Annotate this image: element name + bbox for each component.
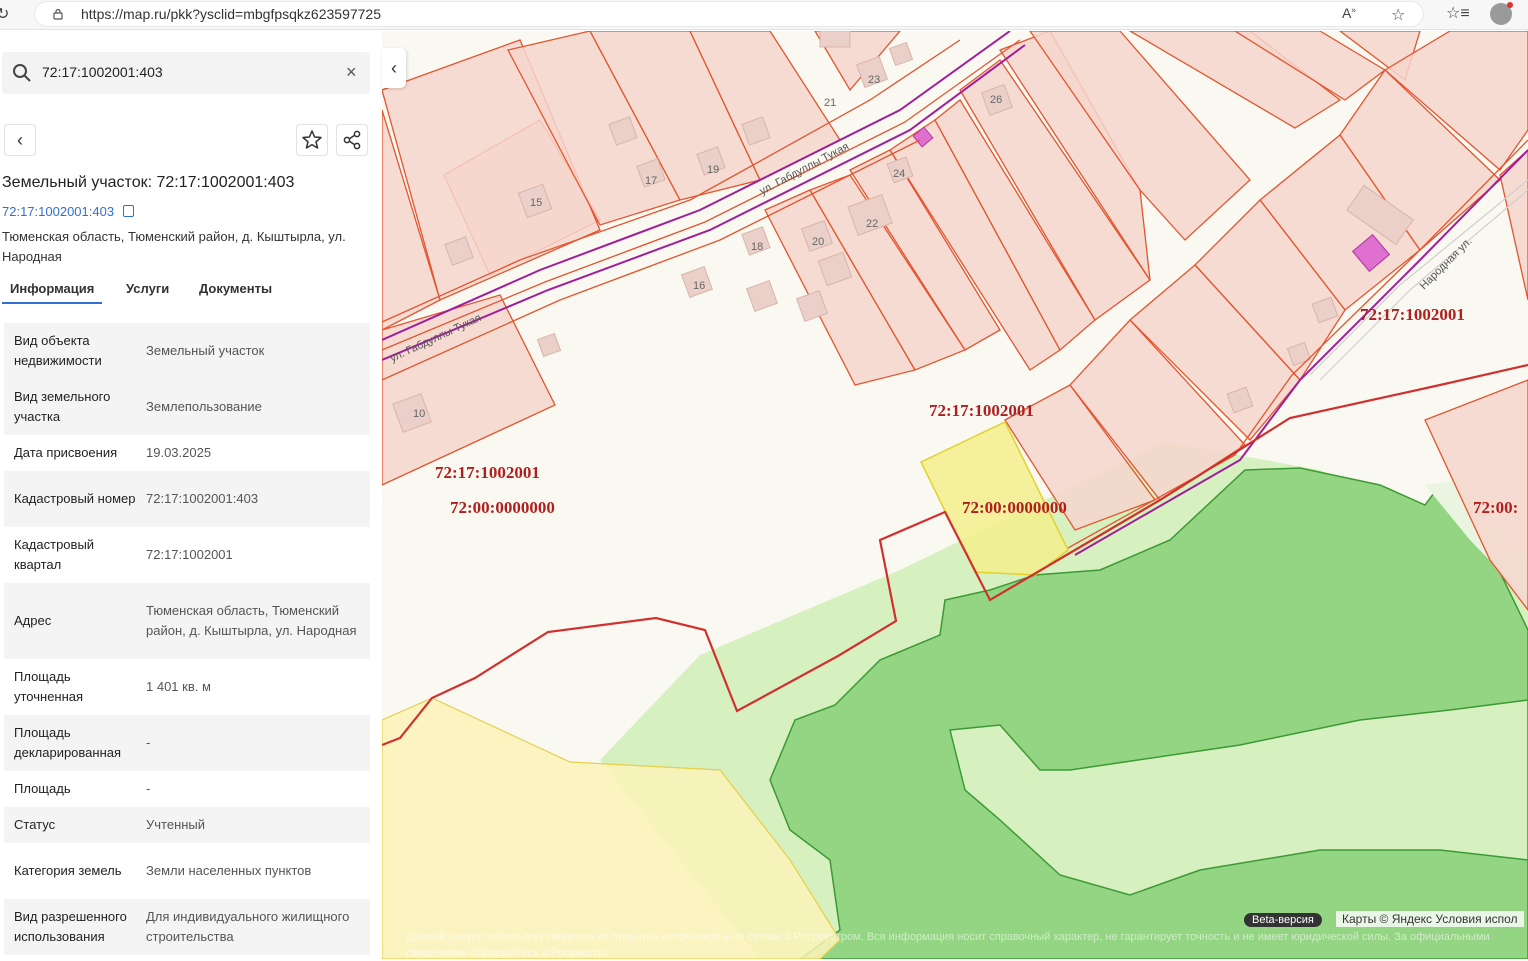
star-icon	[302, 130, 322, 149]
quarter-label: 72:17:1002001	[929, 401, 1034, 420]
property-key: Площадь декларированная	[14, 725, 122, 760]
properties-table: Вид объекта недвижимости Земельный участо…	[4, 323, 370, 955]
house-number: 26	[990, 94, 1002, 106]
info-panel: × ‹ Земельный участок: 72:17:1002001:403…	[0, 31, 382, 959]
property-key: Адрес	[14, 613, 52, 628]
search-input[interactable]	[42, 64, 332, 80]
tab-services[interactable]: Услуги	[126, 281, 169, 296]
property-value: 72:17:1002001	[146, 547, 233, 562]
map-canvas[interactable]: 10 15 16 17 18 19 20 21 22 23 24 26 ул. …	[382, 31, 1528, 959]
table-row: Вид объекта недвижимости Земельный участо…	[4, 323, 370, 379]
house-number: 23	[868, 74, 880, 86]
tab-information[interactable]: Информация	[2, 281, 103, 304]
property-value: Землепользование	[146, 399, 262, 414]
object-address: Тюменская область, Тюменский район, д. К…	[2, 229, 346, 264]
beta-badge: Beta-версия	[1244, 913, 1322, 927]
house-number: 18	[751, 241, 763, 253]
property-key: Площадь	[14, 781, 71, 796]
property-value: 72:17:1002001:403	[146, 491, 259, 506]
favorites-list-icon[interactable]: ☆≡	[1446, 3, 1470, 23]
table-row: Кадастровый квартал 72:17:1002001	[4, 527, 370, 583]
property-value: Земли населенных пунктов	[146, 863, 312, 878]
house-number: 16	[693, 280, 705, 292]
tab-documents[interactable]: Документы	[199, 281, 272, 296]
property-value: Для индивидуального жилищного строительс…	[146, 909, 350, 944]
house-number: 17	[645, 175, 657, 187]
collapse-panel-button[interactable]: ‹	[382, 48, 406, 88]
property-key: Вид земельного участка	[14, 389, 111, 424]
disclaimer-text: Данный ресурс использует сведения из отк…	[406, 931, 1490, 959]
property-key: Категория земель	[14, 863, 122, 878]
url-text: https://map.ru/pkk?ysclid=mbgfpsqkz62359…	[81, 6, 382, 22]
bookmark-button[interactable]	[296, 124, 328, 156]
table-row: Адрес Тюменская область, Тюменский район,…	[4, 583, 370, 659]
quarter-label: 72:17:1002001	[1360, 305, 1465, 324]
property-key: Кадастровый квартал	[14, 537, 95, 572]
copy-icon[interactable]	[123, 205, 134, 217]
property-key: Статус	[14, 817, 56, 832]
share-icon	[343, 130, 361, 150]
favorite-star-icon[interactable]: ☆	[1391, 5, 1405, 25]
table-row: Площадь декларированная -	[4, 715, 370, 771]
property-value: -	[146, 735, 151, 750]
zone-label: 72:00:0000000	[450, 498, 555, 517]
zone-label: 72:00:	[1473, 498, 1518, 517]
chevron-left-icon: ‹	[391, 58, 397, 78]
search-icon	[13, 64, 31, 82]
zone-label: 72:00:0000000	[962, 498, 1067, 517]
table-row: Вид разрешенного использования Для индиви…	[4, 899, 370, 955]
property-value: Земельный участок	[146, 343, 265, 358]
reload-icon[interactable]: ↻	[0, 4, 9, 24]
table-row: Вид земельного участка Землепользование	[4, 379, 370, 435]
table-row: Статус Учтенный	[4, 807, 370, 843]
quarter-label: 72:17:1002001	[435, 463, 540, 482]
house-number: 19	[707, 164, 719, 176]
property-value: -	[146, 781, 151, 796]
browser-toolbar: ↻ https://map.ru/pkk?ysclid=mbgfpsqkz623…	[0, 0, 1528, 30]
read-aloud-icon[interactable]: A»	[1342, 5, 1356, 21]
share-button[interactable]	[336, 124, 368, 156]
property-key: Кадастровый номер	[14, 491, 136, 506]
map-attribution[interactable]: Карты © Яндекс Условия испол	[1336, 911, 1524, 927]
house-number: 20	[812, 236, 824, 248]
table-row: Площадь -	[4, 771, 370, 807]
table-row: Площадь уточненная 1 401 кв. м	[4, 659, 370, 715]
back-button[interactable]: ‹	[4, 124, 36, 156]
house-number: 24	[893, 168, 905, 180]
house-number: 21	[824, 97, 836, 109]
cadastral-link[interactable]: 72:17:1002001:403	[2, 204, 114, 219]
property-key: Дата присвоения	[14, 445, 118, 460]
property-value: 19.03.2025	[146, 445, 212, 460]
object-title: Земельный участок: 72:17:1002001:403	[2, 174, 295, 191]
lock-icon	[53, 8, 63, 20]
cadastral-map[interactable]: 10 15 16 17 18 19 20 21 22 23 24 26 ул. …	[382, 31, 1528, 959]
house-number: 15	[530, 197, 542, 209]
property-value: Учтенный	[146, 817, 206, 832]
address-bar[interactable]: https://map.ru/pkk?ysclid=mbgfpsqkz62359…	[34, 1, 1424, 27]
property-key: Вид разрешенного использования	[14, 909, 127, 944]
notification-dot	[1507, 2, 1513, 8]
table-row: Дата присвоения 19.03.2025	[4, 435, 370, 471]
info-tabs: Информация Услуги Документы	[2, 279, 372, 307]
house-number: 22	[866, 218, 878, 230]
property-value: Тюменская область, Тюменский район, д. К…	[146, 603, 357, 638]
property-key: Вид объекта недвижимости	[14, 333, 102, 368]
chevron-left-icon: ‹	[17, 130, 23, 150]
property-value: 1 401 кв. м	[146, 679, 211, 694]
clear-icon[interactable]: ×	[346, 62, 357, 83]
house-number: 10	[413, 408, 425, 420]
table-row: Категория земель Земли населенных пунктов	[4, 843, 370, 899]
property-key: Площадь уточненная	[14, 669, 84, 704]
search-box: ×	[2, 52, 370, 94]
table-row: Кадастровый номер 72:17:1002001:403	[4, 471, 370, 527]
